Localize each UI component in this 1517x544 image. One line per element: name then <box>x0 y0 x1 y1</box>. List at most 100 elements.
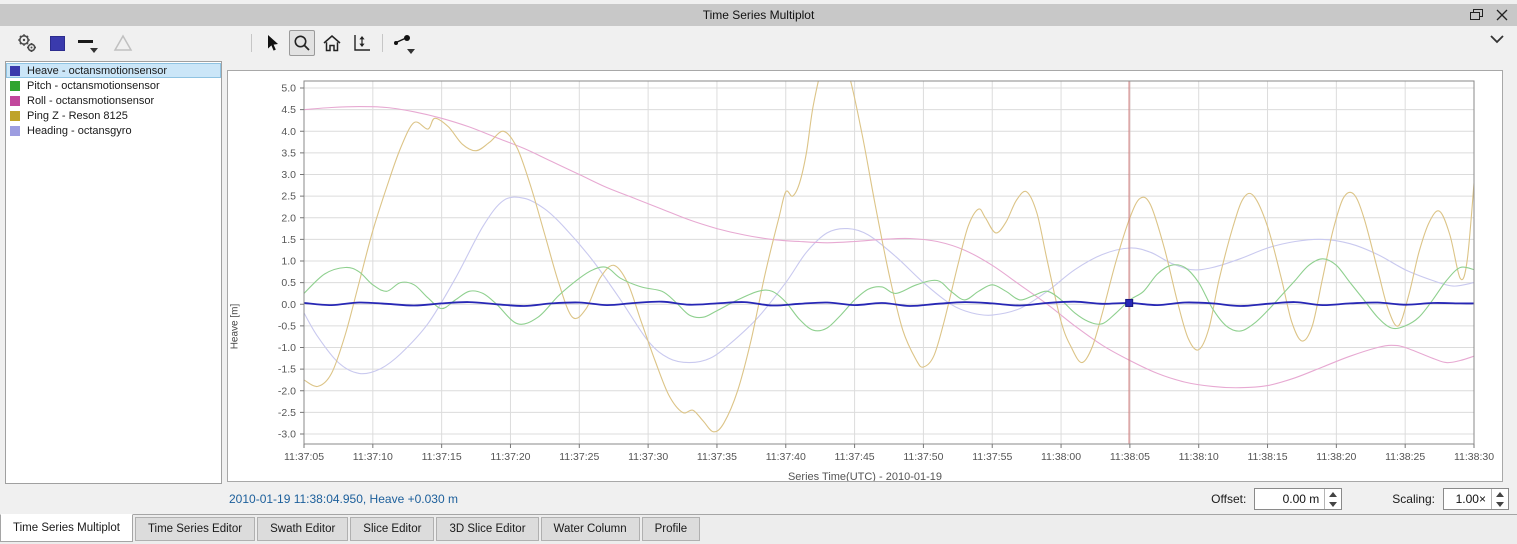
scaling-label: Scaling: <box>1392 492 1435 506</box>
svg-text:4.5: 4.5 <box>281 104 296 116</box>
tab-time-series-editor[interactable]: Time Series Editor <box>134 517 256 541</box>
x-axis-label: Series Time(UTC) - 2010-01-19 <box>787 471 943 482</box>
svg-text:-1.5: -1.5 <box>278 364 296 376</box>
svg-text:11:38:25: 11:38:25 <box>1385 451 1425 463</box>
series-legend-panel: Heave - octansmotionsensor Pitch - octans… <box>5 61 222 484</box>
zoom-tool-icon[interactable] <box>289 30 315 56</box>
timeseries-chart-svg[interactable]: 5.0 4.5 4.0 3.5 3.0 2.5 2.0 1.5 1.0 0.5 0.0 -0.5 -1.… <box>228 71 1502 481</box>
svg-text:3.5: 3.5 <box>281 147 296 159</box>
tab-swath-editor[interactable]: Swath Editor <box>257 517 349 541</box>
legend-item-heave[interactable]: Heave - octansmotionsensor <box>6 63 221 78</box>
svg-text:0.5: 0.5 <box>281 277 296 289</box>
scaling-decrement-button[interactable] <box>1492 499 1508 509</box>
tab-profile[interactable]: Profile <box>641 517 701 541</box>
series-color-square <box>10 95 20 106</box>
status-bar: 2010-01-19 11:38:04.950, Heave +0.030 m … <box>0 484 1517 514</box>
chevron-down-icon <box>90 48 98 53</box>
svg-text:2.0: 2.0 <box>281 212 296 224</box>
scaling-spinbox[interactable]: 1.00× <box>1443 488 1509 510</box>
pointer-tool-icon[interactable] <box>259 30 285 56</box>
svg-text:1.0: 1.0 <box>281 256 296 268</box>
float-window-icon[interactable] <box>1467 6 1485 24</box>
offset-decrement-button[interactable] <box>1325 499 1341 509</box>
svg-text:11:38:05: 11:38:05 <box>1110 451 1150 463</box>
series-color-square <box>10 65 20 76</box>
svg-text:2.5: 2.5 <box>281 191 296 203</box>
svg-text:11:37:35: 11:37:35 <box>697 451 737 463</box>
svg-text:11:37:15: 11:37:15 <box>422 451 462 463</box>
series-line-roll <box>304 106 1474 389</box>
svg-text:0.0: 0.0 <box>281 299 296 311</box>
fit-vertical-scale-icon[interactable] <box>349 30 375 56</box>
time-series-multiplot-window: •••••• Time Series Multiplot <box>0 0 1517 544</box>
cursor-readout: 2010-01-19 11:38:04.950, Heave +0.030 m <box>229 492 458 506</box>
legend-item-label: Heading - octansgyro <box>27 124 132 137</box>
window-title: Time Series Multiplot <box>702 8 815 22</box>
settings-gears-icon[interactable] <box>14 30 40 56</box>
heave-cursor-marker <box>1125 298 1134 307</box>
svg-text:11:37:45: 11:37:45 <box>835 451 875 463</box>
series-color-swatch[interactable] <box>44 30 70 56</box>
toolbar-separator <box>251 34 252 52</box>
svg-text:-2.0: -2.0 <box>278 385 296 397</box>
heave-color-square <box>49 35 65 51</box>
legend-item-pitch[interactable]: Pitch - octansmotionsensor <box>6 78 221 93</box>
svg-text:-2.5: -2.5 <box>278 407 296 419</box>
svg-text:3.0: 3.0 <box>281 169 296 181</box>
chevron-down-icon <box>407 49 415 54</box>
home-view-icon[interactable] <box>319 30 345 56</box>
offset-label: Offset: <box>1211 492 1247 506</box>
legend-item-label: Ping Z - Reson 8125 <box>27 109 128 122</box>
scaling-increment-button[interactable] <box>1492 489 1508 499</box>
series-color-square <box>10 125 20 136</box>
points-line-icon <box>394 35 410 45</box>
line-width-icon <box>78 40 93 43</box>
legend-item-ping[interactable]: Ping Z - Reson 8125 <box>6 108 221 123</box>
offset-increment-button[interactable] <box>1325 489 1341 499</box>
svg-text:11:38:20: 11:38:20 <box>1316 451 1356 463</box>
line-width-dropdown[interactable] <box>74 30 100 56</box>
svg-text:5.0: 5.0 <box>281 83 296 95</box>
tab-water-column[interactable]: Water Column <box>540 517 640 541</box>
offset-spinbox[interactable]: 0.00 m <box>1254 488 1343 510</box>
svg-text:11:38:15: 11:38:15 <box>1247 451 1287 463</box>
toolbar-separator <box>382 34 383 52</box>
editor-tab-bar: Time Series Multiplot Time Series Editor S… <box>0 514 1517 544</box>
point-style-dropdown[interactable] <box>390 30 416 56</box>
svg-text:-1.0: -1.0 <box>278 342 296 354</box>
svg-text:11:37:10: 11:37:10 <box>353 451 393 463</box>
triangle-marker-icon[interactable] <box>110 30 136 56</box>
svg-text:11:37:20: 11:37:20 <box>490 451 530 463</box>
toolbar <box>0 26 1517 60</box>
legend-item-label: Roll - octansmotionsensor <box>27 94 155 107</box>
svg-text:-0.5: -0.5 <box>278 320 296 332</box>
tab-slice-editor[interactable]: Slice Editor <box>350 517 435 541</box>
legend-item-label: Heave - octansmotionsensor <box>27 64 168 77</box>
series-color-square <box>10 80 20 91</box>
svg-text:-3.0: -3.0 <box>278 429 296 441</box>
svg-text:11:38:10: 11:38:10 <box>1179 451 1219 463</box>
series-color-square <box>10 110 20 121</box>
legend-item-label: Pitch - octansmotionsensor <box>27 79 160 92</box>
series-line-pitch <box>304 258 1474 332</box>
svg-text:11:38:30: 11:38:30 <box>1454 451 1494 463</box>
tab-time-series-multiplot[interactable]: Time Series Multiplot <box>0 514 133 542</box>
legend-item-heading[interactable]: Heading - octansgyro <box>6 123 221 138</box>
chart-panel[interactable]: Heave [m] 5.0 4.5 4.0 3.5 3.0 2.5 2.0 1.5 1.0 0.5… <box>227 70 1503 482</box>
window-titlebar[interactable]: Time Series Multiplot <box>0 4 1517 26</box>
tab-3d-slice-editor[interactable]: 3D Slice Editor <box>436 517 539 541</box>
svg-text:11:37:05: 11:37:05 <box>284 451 324 463</box>
offset-value: 0.00 m <box>1282 492 1320 506</box>
scaling-value: 1.00× <box>1455 492 1486 506</box>
svg-text:11:37:55: 11:37:55 <box>972 451 1012 463</box>
legend-item-roll[interactable]: Roll - octansmotionsensor <box>6 93 221 108</box>
toolbar-collapse-chevron-icon[interactable] <box>1489 34 1505 44</box>
svg-text:11:37:30: 11:37:30 <box>628 451 668 463</box>
svg-text:11:37:40: 11:37:40 <box>766 451 806 463</box>
svg-text:11:37:50: 11:37:50 <box>903 451 943 463</box>
svg-text:1.5: 1.5 <box>281 234 296 246</box>
svg-text:4.0: 4.0 <box>281 126 296 138</box>
svg-text:11:37:25: 11:37:25 <box>559 451 599 463</box>
svg-text:11:38:00: 11:38:00 <box>1041 451 1081 463</box>
close-window-icon[interactable] <box>1493 6 1511 24</box>
